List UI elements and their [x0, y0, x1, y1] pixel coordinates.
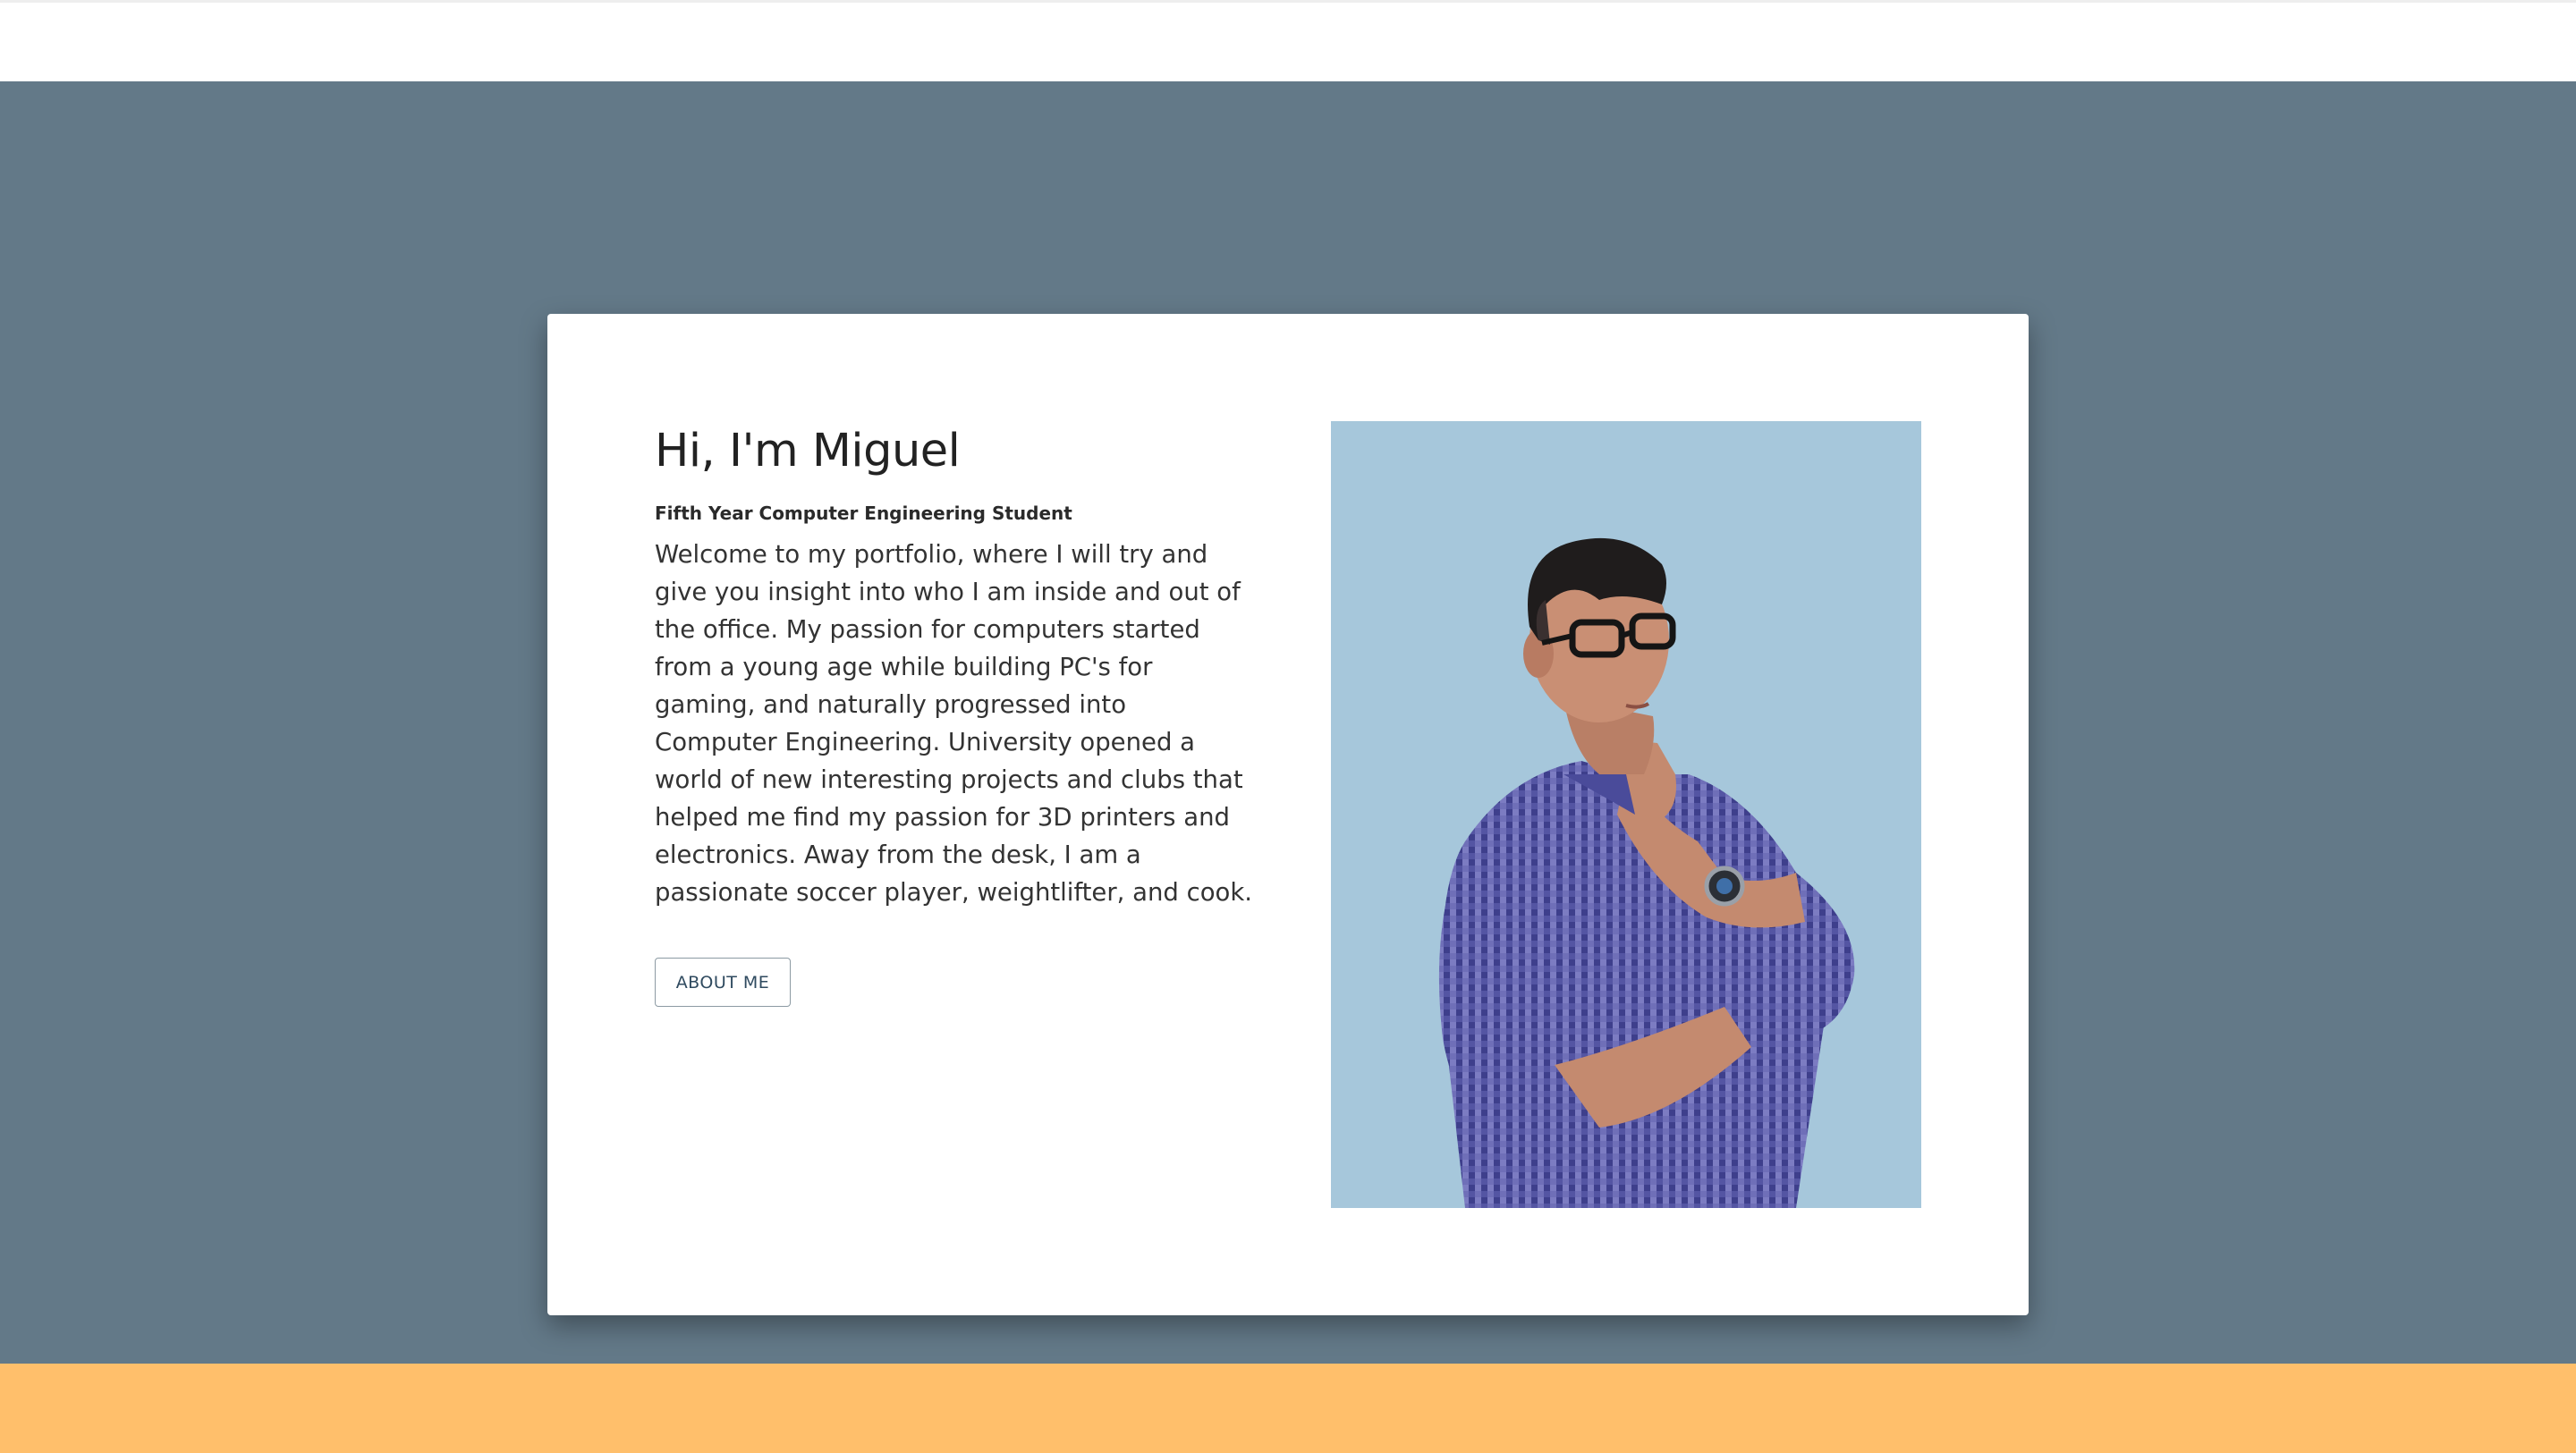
bio-paragraph: Welcome to my portfolio, where I will tr… [655, 540, 1253, 907]
about-me-button[interactable]: ABOUT ME [655, 958, 791, 1007]
hero-section: Hi, I'm Miguel Fifth Year Computer Engin… [0, 81, 2576, 1364]
profile-photo [1331, 421, 1921, 1208]
intro-card: Hi, I'm Miguel Fifth Year Computer Engin… [547, 314, 2029, 1315]
footer-bar [0, 1364, 2576, 1453]
navbar [0, 3, 2576, 81]
page-title: Hi, I'm Miguel [655, 425, 961, 477]
intro-text-block: Hi, I'm Miguel Fifth Year Computer Engin… [655, 421, 1254, 911]
subtitle: Fifth Year Computer Engineering Student [655, 503, 1072, 524]
person-illustration [1438, 537, 1855, 1208]
